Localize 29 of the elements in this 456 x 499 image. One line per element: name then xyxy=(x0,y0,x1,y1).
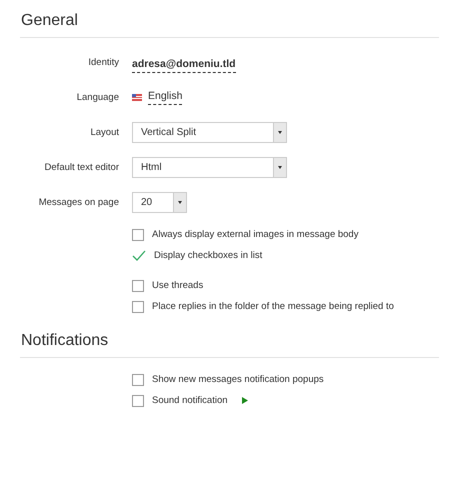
field-label: Default text editor xyxy=(44,162,119,173)
caret-icon xyxy=(278,166,282,169)
flag-icon xyxy=(132,94,142,101)
field-label: Messages on page xyxy=(38,197,119,208)
option-label: Show new messages notification popups xyxy=(152,374,324,385)
field-label: Identity xyxy=(88,57,119,68)
checkbox[interactable] xyxy=(132,300,144,312)
field-label: Language xyxy=(76,92,119,103)
checkbox[interactable] xyxy=(132,374,144,386)
section-title: Notifications xyxy=(20,332,110,351)
play-icon[interactable] xyxy=(242,397,248,404)
option-label: Display checkboxes in list xyxy=(154,250,262,261)
option-label: Always display external images in message body xyxy=(152,229,358,240)
identity-link[interactable]: adresa@domeniu.tld xyxy=(132,58,236,72)
section-title: General xyxy=(20,12,79,31)
dropdown[interactable]: Html xyxy=(132,157,287,178)
option-label: Place replies in the folder of the message being replied to xyxy=(152,301,394,312)
option-label: Use threads xyxy=(152,280,204,291)
checkbox[interactable] xyxy=(132,394,144,406)
option-label: Sound notification xyxy=(152,395,228,406)
dropdown[interactable]: 20 xyxy=(132,192,187,213)
language-link[interactable]: English xyxy=(148,90,182,105)
checkbox[interactable] xyxy=(132,228,144,240)
caret-icon xyxy=(178,201,182,204)
checkmark-icon[interactable] xyxy=(132,250,146,262)
field-label: Layout xyxy=(90,127,119,138)
caret-icon xyxy=(278,131,282,134)
checkbox[interactable] xyxy=(132,280,144,292)
dropdown[interactable]: Vertical Split xyxy=(132,122,287,143)
